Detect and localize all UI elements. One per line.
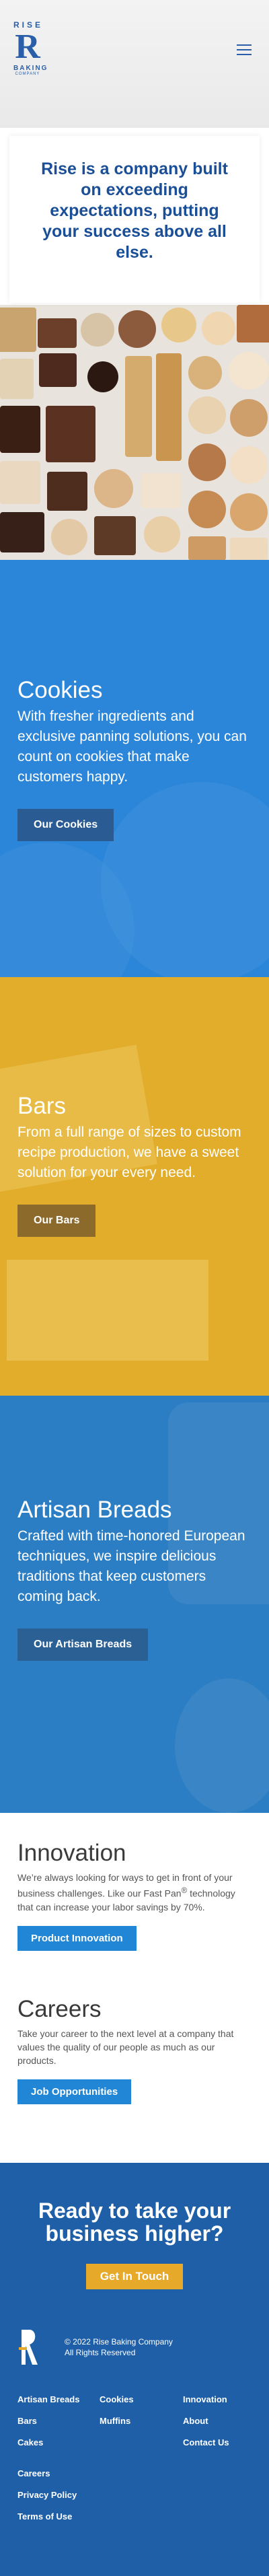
footer-link-artisan-breads[interactable]: Artisan Breads [17, 2394, 79, 2404]
hamburger-icon[interactable] [237, 44, 252, 57]
footer-link-innovation[interactable]: Innovation [183, 2394, 227, 2404]
our-artisan-breads-button[interactable]: Our Artisan Breads [17, 1629, 149, 1661]
logo-bottom-text: BAKING [13, 65, 48, 72]
footer-link-bars[interactable]: Bars [17, 2416, 37, 2426]
rights-line: All Rights Reserved [65, 2348, 136, 2357]
bars-section: Bars From a full range of sizes to custo… [0, 977, 269, 1396]
breads-title: Artisan Breads [17, 1497, 172, 1523]
innovation-block: Innovation We’re always looking for ways… [17, 1840, 252, 1951]
cookies-section: Cookies With fresher ingredients and exc… [0, 560, 269, 977]
cta-title: Ready to take your business higher? [38, 2198, 231, 2246]
cookies-text: With fresher ingredients and exclusive p… [17, 709, 247, 785]
hero-section: Rise is a company built on exceeding exp… [0, 128, 269, 560]
job-opportunities-button[interactable]: Job Opportunities [17, 2079, 132, 2104]
info-section: Innovation We’re always looking for ways… [0, 1813, 269, 2163]
footer-link-muffins[interactable]: Muffins [100, 2416, 130, 2426]
our-bars-button[interactable]: Our Bars [17, 1205, 96, 1237]
footer-logo[interactable] [17, 2327, 40, 2373]
registered-mark: ® [181, 1886, 188, 1895]
bars-text: From a full range of sizes to custom rec… [17, 1124, 241, 1180]
copyright-line: © 2022 Rise Baking Company [65, 2337, 173, 2347]
innovation-text: We’re always looking for ways to get in … [17, 1871, 252, 1914]
cookies-content: Cookies With fresher ingredients and exc… [17, 677, 252, 841]
careers-block: Careers Take your career to the next lev… [17, 1996, 252, 2104]
artisan-breads-section: Artisan Breads Crafted with time-honored… [0, 1396, 269, 1813]
site-header: RISE R BAKING COMPANY [0, 0, 269, 128]
breads-text: Crafted with time-honored European techn… [17, 1528, 245, 1604]
copyright: © 2022 Rise Baking Company All Rights Re… [65, 2336, 173, 2358]
footer-link-cakes[interactable]: Cakes [17, 2437, 43, 2447]
careers-text: Take your career to the next level at a … [17, 2028, 234, 2066]
baked-goods-image [0, 305, 269, 560]
hero-statement-card: Rise is a company built on exceeding exp… [9, 136, 260, 303]
footer-link-cookies[interactable]: Cookies [100, 2394, 134, 2404]
get-in-touch-button[interactable]: Get In Touch [86, 2264, 183, 2289]
rise-logo[interactable]: RISE R BAKING COMPANY [13, 20, 48, 94]
footer-link-contact-us[interactable]: Contact Us [183, 2437, 229, 2447]
hero-statement: Rise is a company built on exceeding exp… [41, 159, 228, 262]
product-innovation-button[interactable]: Product Innovation [17, 1925, 137, 1951]
our-cookies-button[interactable]: Our Cookies [17, 809, 114, 841]
cookies-title: Cookies [17, 677, 103, 703]
bars-content: Bars From a full range of sizes to custo… [17, 1093, 252, 1237]
footer-link-careers[interactable]: Careers [17, 2468, 50, 2478]
logo-sub-text: COMPANY [15, 72, 40, 76]
footer-section: Ready to take your business higher? Get … [0, 2163, 269, 2576]
breads-content: Artisan Breads Crafted with time-honored… [17, 1497, 252, 1661]
footer-link-about[interactable]: About [183, 2416, 208, 2426]
logo-mark: R [15, 28, 40, 66]
footer-link-privacy-policy[interactable]: Privacy Policy [17, 2490, 77, 2500]
innovation-title: Innovation [17, 1840, 126, 1866]
bars-title: Bars [17, 1093, 66, 1119]
footer-link-terms-of-use[interactable]: Terms of Use [17, 2511, 72, 2521]
careers-title: Careers [17, 1996, 102, 2022]
